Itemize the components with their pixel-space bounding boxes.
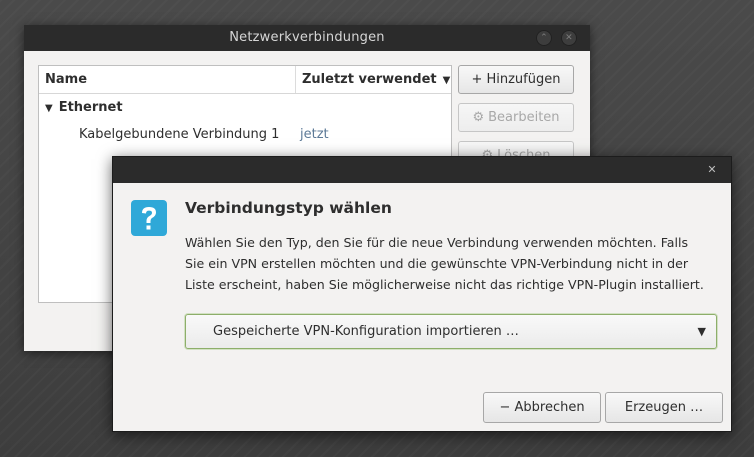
expander-icon[interactable]: ▼ (45, 103, 53, 114)
connection-type-dialog: ✕ Verbindungstyp wählen Wählen Sie den T… (112, 156, 732, 432)
column-header-last-used[interactable]: Zuletzt verwendet ▼ (295, 66, 452, 93)
plus-icon: + (471, 72, 483, 87)
connection-last-used: jetzt (300, 127, 329, 142)
close-icon: ✕ (707, 163, 717, 176)
question-icon (131, 200, 167, 236)
column-header-name[interactable]: Name (45, 66, 87, 93)
cancel-button-label: Abbrechen (514, 400, 585, 415)
connection-type-selected: Gespeicherte VPN-Konfiguration importier… (213, 324, 519, 339)
sort-descending-icon: ▼ (442, 75, 451, 86)
gear-icon: ⚙ (472, 110, 485, 125)
minimize-button[interactable]: ⌃ (536, 30, 552, 46)
dialog-title: Verbindungstyp wählen (185, 199, 392, 217)
dialog-close-button[interactable]: ✕ (705, 163, 719, 177)
add-button[interactable]: + Hinzufügen (458, 65, 574, 94)
group-label: Ethernet (58, 100, 123, 115)
edit-button[interactable]: ⚙ Bearbeiten (458, 103, 574, 132)
description-line: Liste erscheint, haben Sie möglicherweis… (185, 277, 704, 292)
add-button-label: Hinzufügen (486, 72, 561, 87)
create-button-label: Erzeugen … (624, 400, 704, 415)
chevron-down-icon: ▼ (697, 325, 706, 338)
connection-name[interactable]: Kabelgebundene Verbindung 1 (79, 127, 279, 142)
create-button[interactable]: Erzeugen … (605, 392, 723, 423)
close-button[interactable]: ✕ (561, 30, 577, 46)
column-header-last-used-label: Zuletzt verwendet (302, 72, 437, 87)
edit-button-label: Bearbeiten (488, 110, 560, 125)
group-row-ethernet[interactable]: ▼ Ethernet (45, 100, 123, 115)
minimize-icon: ⌃ (540, 33, 548, 43)
connection-type-select[interactable]: Gespeicherte VPN-Konfiguration importier… (185, 314, 717, 349)
description-line: Wählen Sie den Typ, den Sie für die neue… (185, 235, 689, 250)
main-titlebar[interactable]: Netzwerkverbindungen ⌃ ✕ (24, 25, 590, 51)
dialog-titlebar[interactable]: ✕ (113, 157, 731, 183)
close-icon: ✕ (565, 33, 573, 43)
cancel-button[interactable]: − Abbrechen (483, 392, 601, 423)
main-window-title: Netzwerkverbindungen (229, 30, 385, 45)
minus-icon: − (499, 400, 511, 415)
description-line: Sie ein VPN erstellen möchten und die ge… (185, 256, 689, 271)
dialog-description: Wählen Sie den Typ, den Sie für die neue… (185, 232, 721, 295)
list-header: Name Zuletzt verwendet ▼ (39, 66, 451, 94)
